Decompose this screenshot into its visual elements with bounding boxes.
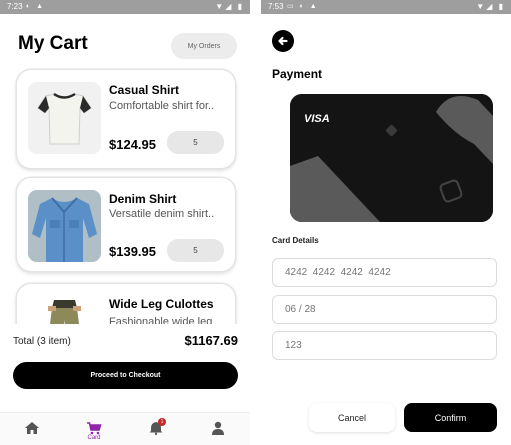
page-title: Payment <box>272 67 323 81</box>
cvv-input[interactable] <box>272 331 497 360</box>
nav-cart[interactable]: Card <box>74 413 114 445</box>
page-title: My Cart <box>18 33 88 54</box>
screen-divider <box>250 0 261 445</box>
back-button[interactable] <box>272 30 294 52</box>
cart-item-card[interactable]: Casual Shirt Comfortable shirt for.. $12… <box>17 70 235 168</box>
quantity-stepper[interactable]: 5 <box>167 239 224 262</box>
item-name: Casual Shirt <box>109 83 180 97</box>
card-details-label: Card Details <box>272 236 319 245</box>
item-price: $124.95 <box>109 137 156 152</box>
cart-screen: 7:23 ◐ ▲ ▼◢ ▮ My Cart My Orders Casual S… <box>0 0 250 445</box>
tshirt-icon <box>28 82 101 154</box>
item-description: Comfortable shirt for.. <box>109 100 215 112</box>
home-icon <box>25 422 39 434</box>
notification-badge: 1 <box>158 418 166 426</box>
nav-home[interactable] <box>12 413 52 445</box>
nav-profile[interactable] <box>198 413 238 445</box>
expiry-date-input[interactable] <box>272 295 497 324</box>
payment-screen: 7:53 ▭ ◐ ▲ ▼◢ ▮ Payment VISA Card Detail… <box>261 0 511 445</box>
arrow-left-icon <box>278 36 288 46</box>
my-orders-button[interactable]: My Orders <box>171 33 237 59</box>
cancel-button[interactable]: Cancel <box>309 403 395 432</box>
total-label: Total (3 item) <box>13 336 71 347</box>
cart-item-card[interactable]: Denim Shirt Versatile denim shirt.. $139… <box>17 178 235 271</box>
item-description: Versatile denim shirt.. <box>109 208 215 220</box>
bottom-nav: Card 1 <box>0 412 250 445</box>
card-brand-label: VISA <box>304 113 330 125</box>
item-name: Denim Shirt <box>109 192 177 206</box>
status-bar: 7:23 ◐ ▲ ▼◢ ▮ <box>0 0 250 14</box>
item-name: Wide Leg Culottes <box>109 297 214 311</box>
credit-card-preview: VISA <box>290 94 493 222</box>
denim-shirt-icon <box>28 190 101 262</box>
profile-icon <box>212 421 224 435</box>
nav-notifications[interactable]: 1 <box>136 413 176 445</box>
status-notification-icons: ▭ ◐ ▲ <box>287 3 319 10</box>
status-notification-icons: ◐ ▲ <box>26 3 46 10</box>
cart-icon <box>87 422 102 435</box>
status-signal-battery-icons: ▼◢ ▮ <box>215 2 244 11</box>
card-number-input[interactable] <box>272 258 497 287</box>
checkout-button[interactable]: Proceed to Checkout <box>13 362 238 389</box>
status-signal-battery-icons: ▼◢ ▮ <box>476 2 505 11</box>
status-time: 7:23 <box>7 2 23 11</box>
status-bar: 7:53 ▭ ◐ ▲ ▼◢ ▮ <box>261 0 511 14</box>
nav-cart-label: Card <box>87 435 101 441</box>
confirm-button[interactable]: Confirm <box>404 403 497 432</box>
quantity-stepper[interactable]: 5 <box>167 131 224 154</box>
status-time: 7:53 <box>268 2 284 11</box>
item-price: $139.95 <box>109 244 156 259</box>
total-value: $1167.69 <box>184 333 238 348</box>
